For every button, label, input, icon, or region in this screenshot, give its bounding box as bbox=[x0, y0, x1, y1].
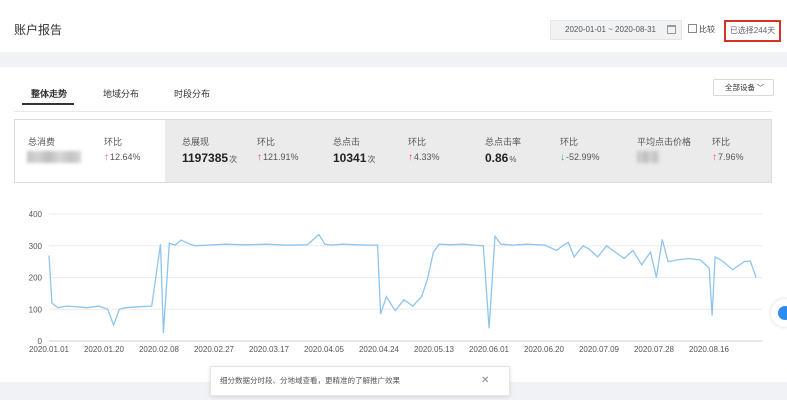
metric-value: 10341次 bbox=[333, 151, 376, 165]
metric-change-label: 环比 bbox=[712, 137, 731, 147]
x-tick-label: 2020.07.28 bbox=[634, 345, 675, 354]
compare-checkbox[interactable] bbox=[688, 24, 697, 33]
metric-total-spend[interactable]: 总消费 环比 ↑12.64% bbox=[15, 120, 165, 182]
blurred-value bbox=[637, 151, 659, 163]
device-select[interactable]: 全部设备 ﹀ bbox=[713, 79, 774, 96]
metric-total-clicks[interactable]: 总点击 10341次 环比 ↑4.33% bbox=[318, 120, 470, 182]
x-tick-label: 2020.04.24 bbox=[359, 345, 400, 354]
x-tick-label: 2020.01.01 bbox=[29, 345, 70, 354]
x-tick-label: 2020.06.20 bbox=[524, 345, 565, 354]
compare-toggle[interactable]: 比较 bbox=[688, 24, 715, 35]
device-select-value: 全部设备 bbox=[725, 83, 755, 92]
metric-change-label: 环比 bbox=[408, 137, 427, 147]
metric-label: 总消费 bbox=[28, 137, 56, 147]
x-tick-label: 2020.02.08 bbox=[139, 345, 180, 354]
series-line bbox=[48, 233, 757, 334]
arrow-up-icon: ↑ bbox=[104, 152, 109, 163]
report-card: 整体走势 地域分布 时段分布 全部设备 ﹀ 总消费 环比 ↑12.64% 总展现 … bbox=[0, 67, 787, 382]
tab-timeslot[interactable]: 时段分布 bbox=[174, 87, 210, 100]
arrow-up-icon: ↑ bbox=[257, 152, 262, 163]
metric-value: 1197385次 bbox=[182, 151, 238, 165]
tab-overall-trend[interactable]: 整体走势 bbox=[31, 87, 67, 100]
metric-label: 总点击率 bbox=[485, 137, 522, 147]
x-tick-label: 2020.05.13 bbox=[414, 345, 455, 354]
close-icon[interactable]: ✕ bbox=[481, 367, 489, 395]
metric-change-label: 环比 bbox=[257, 137, 276, 147]
metrics-panel: 总消费 环比 ↑12.64% 总展现 1197385次 环比 ↑121.91% … bbox=[14, 119, 772, 183]
page-title: 账户报告 bbox=[14, 23, 63, 37]
top-bar: 账户报告 2020-01-01 ~ 2020-08-31 比较 已选择244天 bbox=[0, 0, 787, 52]
metric-ctr[interactable]: 总点击率 0.86% 环比 ↓-52.99% bbox=[470, 120, 622, 182]
blurred-value bbox=[27, 151, 81, 163]
metric-change: ↑121.91% bbox=[257, 152, 299, 163]
days-selected-badge: 已选择244天 bbox=[724, 20, 781, 42]
toast-message: 细分数据分时段、分地域查看，更精准的了解推广效果 bbox=[220, 376, 400, 385]
metric-change-label: 环比 bbox=[104, 137, 123, 147]
calendar-icon bbox=[667, 25, 676, 34]
x-tick-label: 2020.02.27 bbox=[194, 345, 235, 354]
metric-label: 平均点击价格 bbox=[637, 137, 692, 147]
y-tick-label: 400 bbox=[29, 210, 43, 219]
y-tick-label: 300 bbox=[29, 242, 43, 251]
trend-chart: 01002003004002020.01.01 2020.01.20 2020.02… bbox=[29, 210, 762, 354]
x-tick-label: 2020.03.17 bbox=[249, 345, 290, 354]
metric-change-label: 环比 bbox=[560, 137, 579, 147]
tab-region[interactable]: 地域分布 bbox=[103, 87, 139, 100]
tip-toast: 细分数据分时段、分地域查看，更精准的了解推广效果 ✕ bbox=[210, 366, 510, 396]
arrow-up-icon: ↑ bbox=[408, 152, 413, 163]
compare-label: 比较 bbox=[699, 25, 715, 34]
metric-change: ↑4.33% bbox=[408, 152, 440, 163]
x-tick-label: 2020.07.09 bbox=[579, 345, 620, 354]
metric-label: 总展现 bbox=[182, 137, 210, 147]
metric-change: ↑12.64% bbox=[104, 152, 141, 163]
chat-bubble-icon bbox=[778, 306, 787, 320]
date-range-text: 2020-01-01 ~ 2020-08-31 bbox=[565, 25, 656, 34]
chevron-down-icon: ﹀ bbox=[757, 85, 764, 92]
x-tick-label: 2020.08.16 bbox=[689, 345, 730, 354]
metric-label: 总点击 bbox=[333, 137, 361, 147]
metric-value: 0.86% bbox=[485, 151, 517, 165]
metric-total-impressions[interactable]: 总展现 1197385次 环比 ↑121.91% bbox=[165, 120, 318, 182]
y-tick-label: 200 bbox=[29, 274, 43, 283]
x-tick-label: 2020.04.05 bbox=[304, 345, 345, 354]
active-tab-indicator bbox=[22, 103, 74, 105]
arrow-down-icon: ↓ bbox=[560, 152, 565, 163]
arrow-up-icon: ↑ bbox=[712, 152, 717, 163]
metric-change: ↑7.96% bbox=[712, 152, 744, 163]
x-tick-label: 2020.06.01 bbox=[469, 345, 510, 354]
metric-change: ↓-52.99% bbox=[560, 152, 600, 163]
metric-avg-cpc[interactable]: 平均点击价格 环比 ↑7.96% bbox=[622, 120, 772, 182]
date-range-picker[interactable]: 2020-01-01 ~ 2020-08-31 bbox=[550, 20, 682, 40]
y-tick-label: 100 bbox=[29, 305, 43, 314]
x-tick-label: 2020.01.20 bbox=[84, 345, 125, 354]
divider bbox=[14, 111, 772, 112]
